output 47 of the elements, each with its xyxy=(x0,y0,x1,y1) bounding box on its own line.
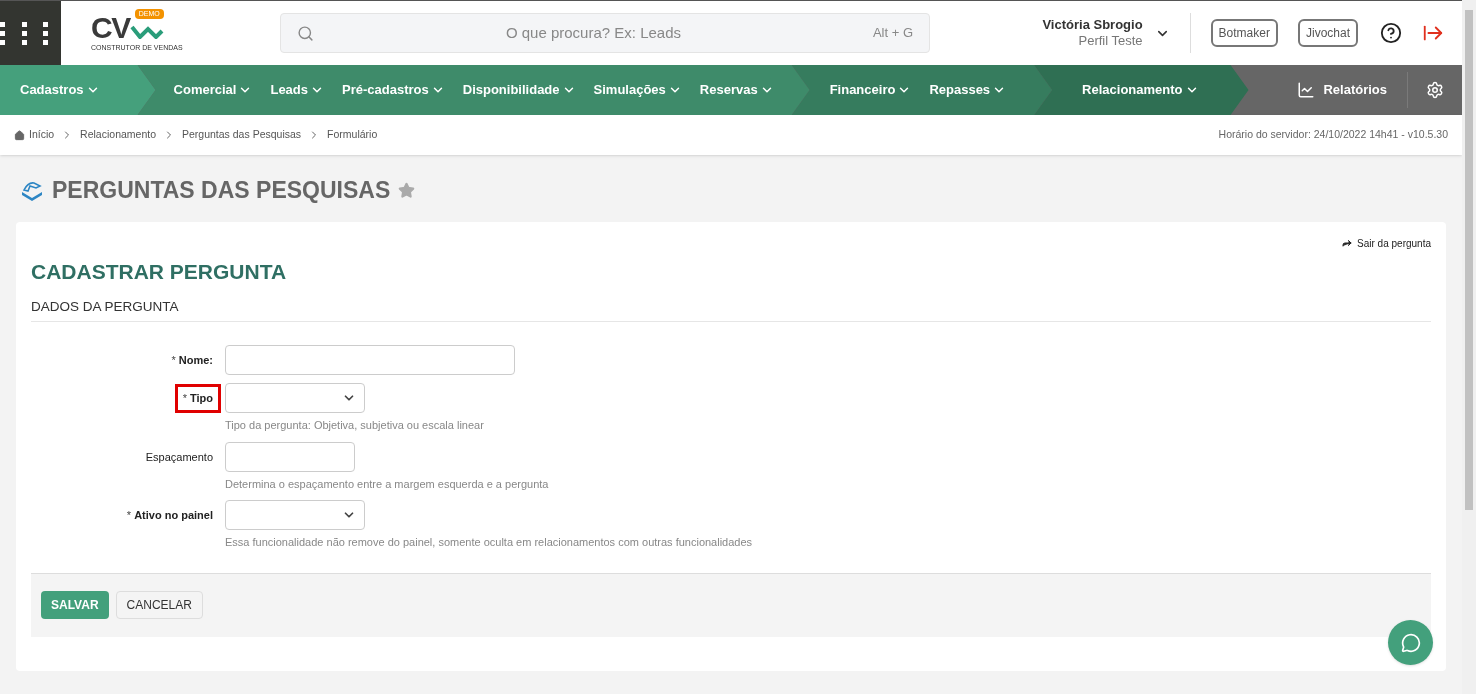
hand-icon xyxy=(20,179,44,202)
server-time: Horário do servidor: 24/10/2022 14h41 - v10.5.30 xyxy=(1218,127,1448,143)
field-label: * Ativo no painel xyxy=(125,508,214,523)
apps-grid-icon[interactable] xyxy=(0,1,61,65)
form-button[interactable]: CANCELAR xyxy=(115,591,203,620)
search-icon xyxy=(297,24,314,42)
breadcrumb-link[interactable]: Início xyxy=(29,127,55,143)
nav-menu-item[interactable]: Financeiro xyxy=(829,80,912,100)
form-button[interactable]: SALVAR xyxy=(41,591,109,620)
line-chart-icon xyxy=(1297,81,1316,99)
nav-menu-item[interactable]: Relacionamento xyxy=(1082,80,1199,100)
input-field[interactable] xyxy=(225,345,515,376)
nav-menu-item[interactable]: Leads xyxy=(270,80,325,100)
nav-menu-item[interactable]: Comercial xyxy=(173,80,253,100)
reports-link[interactable]: Relatórios xyxy=(1297,72,1408,108)
nav-menu-item[interactable]: Reservas xyxy=(699,80,774,100)
form-title: CADASTRAR PERGUNTA xyxy=(31,258,288,285)
home-icon xyxy=(14,129,25,141)
nav-menu-item[interactable]: Simulações xyxy=(593,80,682,100)
help-text: Tipo da pergunta: Objetiva, subjetiva ou escala linear xyxy=(225,418,485,434)
breadcrumb-link[interactable]: Relacionamento xyxy=(80,127,156,143)
chat-bubble-icon xyxy=(1400,632,1421,653)
select-field[interactable] xyxy=(225,383,365,414)
header-button[interactable]: Botmaker xyxy=(1210,19,1278,47)
user-menu[interactable]: Victória Sbrogio Perfil Teste xyxy=(1042,13,1191,53)
section-title: DADOS DA PERGUNTA xyxy=(31,297,1431,323)
forward-arrow-icon xyxy=(1341,237,1354,249)
breadcrumb-link[interactable]: Formulário xyxy=(327,127,378,143)
help-text: Essa funcionalidade não remove do painel, somente oculta em relacionamentos com outras funcionalidades xyxy=(225,535,754,551)
page-title: PERGUNTAS DAS PESQUISAS xyxy=(52,176,391,205)
settings-icon[interactable] xyxy=(1426,81,1444,99)
nav-menu-item[interactable]: Cadastros xyxy=(20,80,100,100)
select-field[interactable] xyxy=(225,500,365,531)
header-button[interactable]: Jivochat xyxy=(1297,19,1358,47)
nav-menu-item[interactable]: Repasses xyxy=(929,80,1007,100)
help-text: Determina o espaçamento entre a margem esquerda e a pergunta xyxy=(225,476,550,492)
field-label: Espaçamento xyxy=(144,449,214,465)
nav-menu-item[interactable]: Disponibilidade xyxy=(462,80,576,100)
field-label: * Nome: xyxy=(170,353,214,368)
favorite-star-icon[interactable] xyxy=(398,181,416,199)
field-label: * Tipo xyxy=(174,384,221,413)
nav-menu-item[interactable]: Pré-cadastros xyxy=(342,80,445,100)
exit-link[interactable]: Sair da pergunta xyxy=(1341,235,1431,251)
input-field[interactable] xyxy=(225,441,355,472)
help-icon[interactable] xyxy=(1380,22,1402,44)
breadcrumb-link[interactable]: Perguntas das Pesquisas xyxy=(182,127,302,143)
search-field[interactable]: O que procura? Ex: Leads Alt + G xyxy=(280,13,930,53)
